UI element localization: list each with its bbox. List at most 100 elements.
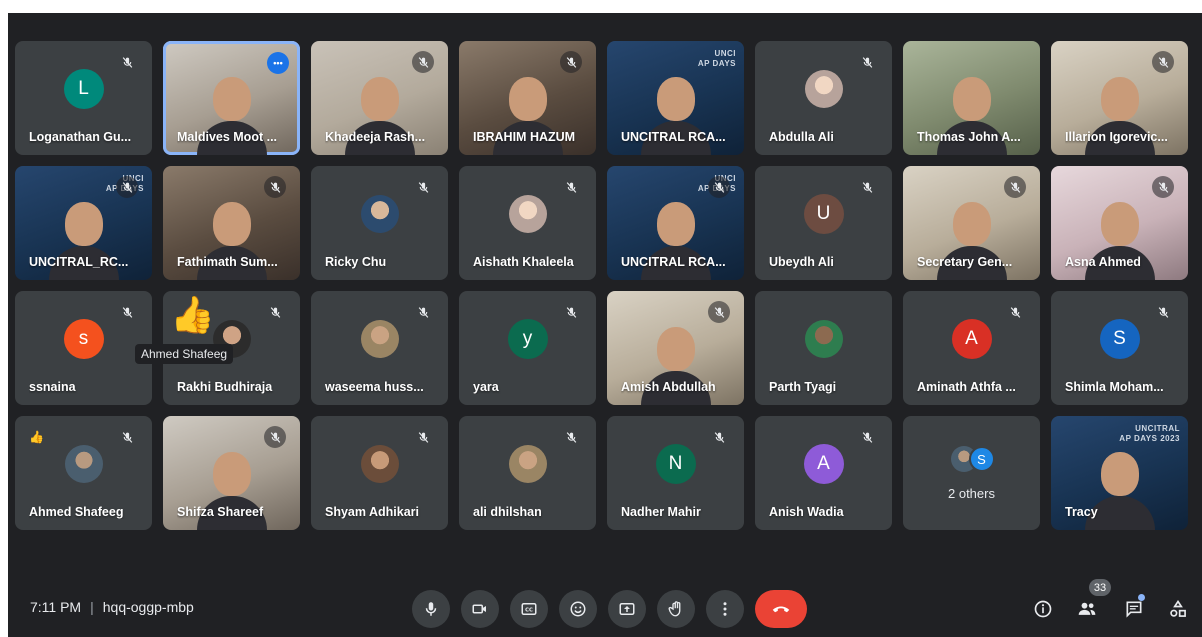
participant-tile[interactable]: UNCITRAL AP DAYS 2023 Tracy — [1051, 416, 1188, 530]
mic-off-icon — [412, 51, 434, 73]
mic-off-icon — [116, 426, 138, 448]
end-call-icon — [772, 606, 790, 613]
mic-off-icon — [412, 176, 434, 198]
participant-tile[interactable]: Shyam Adhikari — [311, 416, 448, 530]
mic-off-icon — [1004, 301, 1026, 323]
others-avatars: S — [947, 446, 997, 476]
mic-off-icon — [412, 301, 434, 323]
raise-hand-button[interactable] — [657, 590, 695, 628]
participant-tooltip: Ahmed Shafeeg — [135, 344, 234, 364]
participant-tile[interactable]: N Nadher Mahir — [607, 416, 744, 530]
mic-off-icon — [708, 426, 730, 448]
mic-off-icon — [856, 426, 878, 448]
participant-tile[interactable]: Abdulla Ali — [755, 41, 892, 155]
meeting-code[interactable]: hqq-oggp-mbp — [103, 599, 194, 615]
participant-tile[interactable]: IBRAHIM HAZUM — [459, 41, 596, 155]
participant-tile[interactable]: ali dhilshan — [459, 416, 596, 530]
participant-avatar: s — [63, 318, 104, 359]
participant-name: yara — [473, 380, 499, 394]
participant-name: Fathimath Sum... — [177, 255, 278, 269]
mic-off-icon — [560, 176, 582, 198]
camera-icon — [472, 604, 486, 614]
participant-name: Rakhi Budhiraja — [177, 380, 273, 394]
participant-tile[interactable]: Amish Abdullah — [607, 291, 744, 405]
participant-name: Ricky Chu — [325, 255, 387, 269]
more-options-icon[interactable]: ••• — [267, 52, 289, 74]
participant-tile[interactable]: Fathimath Sum... — [163, 166, 300, 280]
more-options-button[interactable] — [706, 590, 744, 628]
mic-off-icon — [560, 51, 582, 73]
participant-tile[interactable]: UNCI AP DAYSUNCITRAL_RC... — [15, 166, 152, 280]
participant-tile[interactable]: Shifza Shareef — [163, 416, 300, 530]
participant-tile[interactable]: Ricky Chu — [311, 166, 448, 280]
participant-name: Illarion Igorevic... — [1065, 130, 1168, 144]
mic-off-icon — [264, 301, 286, 323]
present-button[interactable] — [608, 590, 646, 628]
participant-tile[interactable]: 👍 Ahmed Shafeeg — [15, 416, 152, 530]
participant-name: Anish Wadia — [769, 505, 844, 519]
participant-name: Khadeeja Rash... — [325, 130, 426, 144]
captions-icon: CC — [521, 603, 537, 615]
participant-photo-avatar — [64, 444, 103, 483]
mic-off-icon — [264, 176, 286, 198]
participant-name: Tracy — [1065, 505, 1098, 519]
reaction-icon: 👍 — [29, 430, 44, 444]
emoji-button[interactable] — [559, 590, 597, 628]
participant-tile[interactable]: Parth Tyagi — [755, 291, 892, 405]
participant-tile[interactable]: ••• Maldives Moot ... — [163, 41, 300, 155]
participant-name: Ubeydh Ali — [769, 255, 834, 269]
participant-name: Asna Ahmed — [1065, 255, 1141, 269]
participant-tile[interactable]: Aishath Khaleela — [459, 166, 596, 280]
participant-tile[interactable]: S Shimla Moham... — [1051, 291, 1188, 405]
participant-photo-avatar — [804, 69, 843, 108]
mic-button[interactable] — [412, 590, 450, 628]
participant-tile[interactable]: A Anish Wadia — [755, 416, 892, 530]
participant-tile[interactable]: y yara — [459, 291, 596, 405]
activities-button[interactable] — [1166, 597, 1190, 621]
participant-tile[interactable]: U Ubeydh Ali — [755, 166, 892, 280]
more-options-icon — [723, 602, 727, 616]
participant-tile[interactable]: s ssnaina — [15, 291, 152, 405]
thumbs-up-reaction: 👍 — [170, 294, 215, 335]
participant-tile[interactable]: waseema huss... — [311, 291, 448, 405]
mic-off-icon — [116, 301, 138, 323]
mic-off-icon — [708, 301, 730, 323]
mic-off-icon — [560, 301, 582, 323]
participant-name: ssnaina — [29, 380, 76, 394]
mic-off-icon — [116, 51, 138, 73]
mic-icon — [425, 602, 437, 616]
mic-off-icon — [1152, 301, 1174, 323]
mic-off-icon — [412, 426, 434, 448]
participant-avatar: A — [951, 318, 992, 359]
mic-off-icon — [856, 176, 878, 198]
participant-avatar: N — [655, 443, 696, 484]
participant-tile[interactable]: Secretary Gen... — [903, 166, 1040, 280]
participant-tile[interactable]: Asna Ahmed — [1051, 166, 1188, 280]
participant-tile[interactable]: Illarion Igorevic... — [1051, 41, 1188, 155]
participant-tile[interactable]: A Aminath Athfa ... — [903, 291, 1040, 405]
mic-off-icon — [264, 426, 286, 448]
mic-off-icon — [560, 426, 582, 448]
participant-avatar: A — [803, 443, 844, 484]
participant-name: ali dhilshan — [473, 505, 542, 519]
chat-unread-dot — [1138, 594, 1145, 601]
meeting-details-button[interactable] — [1031, 597, 1055, 621]
participant-tile[interactable]: UNCI AP DAYSUNCITRAL RCA... — [607, 41, 744, 155]
participant-tile[interactable]: Khadeeja Rash... — [311, 41, 448, 155]
svg-text:CC: CC — [525, 608, 533, 614]
participant-name: Nadher Mahir — [621, 505, 701, 519]
participant-name: UNCITRAL RCA... — [621, 255, 726, 269]
participant-tile[interactable]: UNCI AP DAYSUNCITRAL RCA... — [607, 166, 744, 280]
participant-name: Parth Tyagi — [769, 380, 837, 394]
camera-button[interactable] — [461, 590, 499, 628]
participant-tile[interactable]: L Loganathan Gu... — [15, 41, 152, 155]
participant-name: Secretary Gen... — [917, 255, 1013, 269]
participant-grid: L Loganathan Gu... ••• Maldives Moot ... Kha… — [15, 41, 1188, 530]
participant-name: Shyam Adhikari — [325, 505, 420, 519]
end-call-button[interactable] — [755, 590, 807, 628]
participant-tile[interactable]: Thomas John A... — [903, 41, 1040, 155]
participant-tile[interactable]: S 2 others — [903, 416, 1040, 530]
meeting-time: 7:11 PM — [30, 599, 82, 615]
captions-button[interactable]: CC — [510, 590, 548, 628]
people-button[interactable] — [1075, 597, 1099, 621]
